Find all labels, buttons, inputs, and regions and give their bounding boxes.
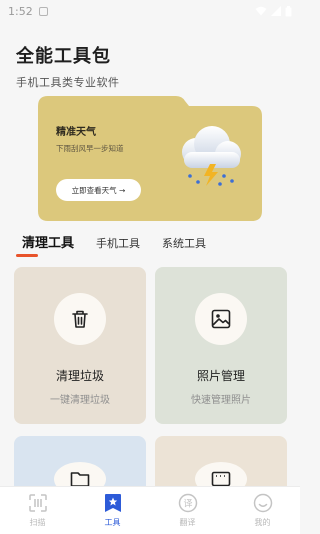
tool-name: 照片管理 <box>196 369 245 383</box>
page-subtitle: 手机工具类专业软件 <box>16 76 120 89</box>
signal-icon <box>271 6 281 16</box>
page-title: 全能工具包 <box>16 46 111 67</box>
status-bar: 1:52 <box>0 0 300 22</box>
translate-icon: 译 <box>178 493 198 513</box>
tab-cleaning-tools[interactable]: 清理工具 <box>22 232 74 251</box>
nav-label: 我的 <box>254 518 271 527</box>
nav-item-tools[interactable]: 工具 <box>75 487 150 534</box>
status-icons <box>255 5 292 17</box>
toolbox-icon <box>103 493 123 513</box>
view-weather-button[interactable]: 立即查看天气 → <box>56 179 141 201</box>
notification-icon <box>38 6 48 16</box>
nav-item-profile[interactable]: 我的 <box>225 487 300 534</box>
nav-label: 扫描 <box>29 518 46 527</box>
image-icon <box>211 309 231 329</box>
tool-description: 一键清理垃圾 <box>50 395 110 406</box>
screen-icon <box>211 471 231 487</box>
nav-label: 工具 <box>104 518 121 527</box>
nav-item-translate[interactable]: 译 翻译 <box>150 487 225 534</box>
weather-card[interactable]: 精准天气 下雨刮风早一步知道 立即查看天气 → <box>38 96 262 221</box>
tool-tabs: 清理工具 手机工具 系统工具 <box>22 232 228 251</box>
nav-item-scan[interactable]: 扫描 <box>0 487 75 534</box>
bottom-nav: 扫描 工具 译 翻译 我的 <box>0 486 300 534</box>
icon-circle <box>54 293 106 345</box>
battery-icon <box>285 5 292 16</box>
status-time: 1:52 <box>8 4 33 18</box>
scan-icon <box>28 493 48 513</box>
header: 全能工具包 手机工具类专业软件 <box>16 42 120 90</box>
tool-card-photo-manager[interactable]: 照片管理 快速管理照片 <box>155 267 287 424</box>
profile-icon <box>253 493 273 513</box>
trash-icon <box>72 310 88 328</box>
icon-circle <box>195 293 247 345</box>
tool-description: 快速管理照片 <box>191 395 251 406</box>
tool-card-clean-junk[interactable]: 清理垃圾 一键清理垃圾 <box>14 267 146 424</box>
tool-name: 清理垃圾 <box>55 369 104 383</box>
nav-label: 翻译 <box>179 518 196 527</box>
weather-title: 精准天气 <box>56 127 96 138</box>
svg-text:译: 译 <box>183 499 192 510</box>
tab-phone-tools[interactable]: 手机工具 <box>96 235 140 251</box>
tab-indicator <box>16 254 38 257</box>
weather-description: 下雨刮风早一步知道 <box>56 144 124 153</box>
thunderstorm-cloud-icon <box>182 126 241 186</box>
wifi-icon <box>255 6 267 16</box>
tab-system-tools[interactable]: 系统工具 <box>162 235 206 251</box>
